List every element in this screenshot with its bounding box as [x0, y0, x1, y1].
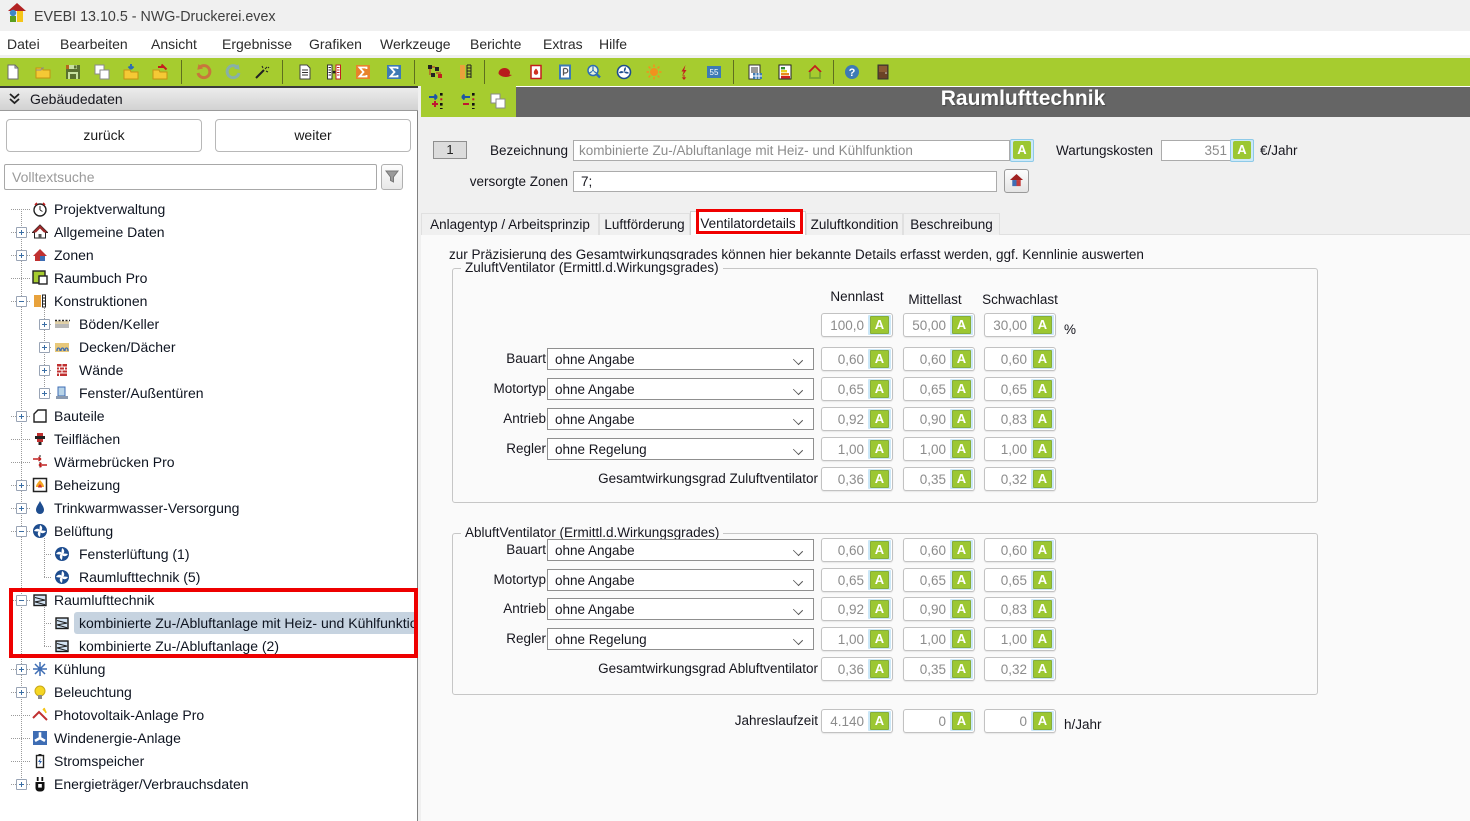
svg-text:55: 55	[710, 68, 719, 77]
svg-text:?: ?	[849, 67, 856, 79]
